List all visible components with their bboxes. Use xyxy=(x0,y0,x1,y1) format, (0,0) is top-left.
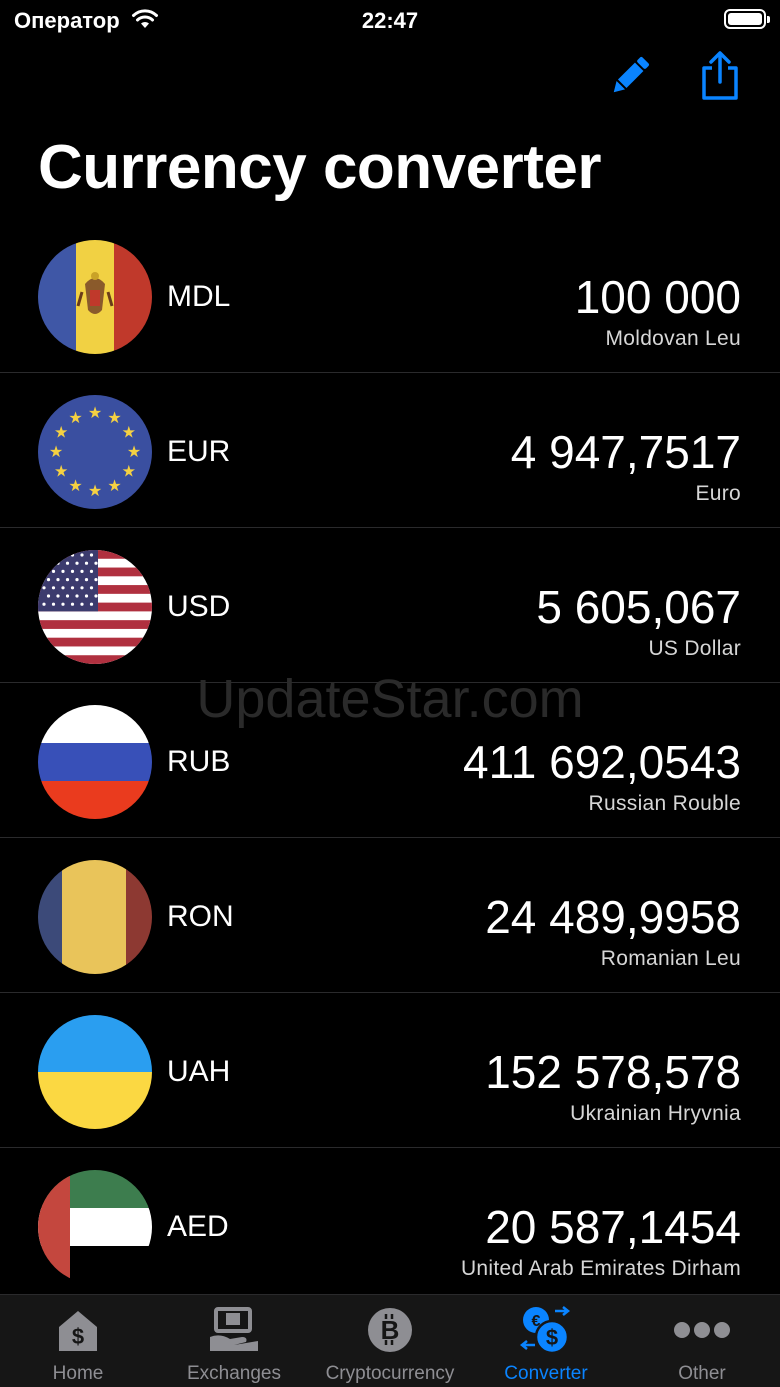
tab-label: Other xyxy=(678,1363,726,1384)
svg-text:$: $ xyxy=(72,1324,84,1349)
svg-text:★: ★ xyxy=(127,442,141,461)
tab-label: Home xyxy=(52,1363,104,1384)
currency-row-ron[interactable]: RON 24 489,9958 Romanian Leu xyxy=(0,838,780,993)
tab-bar: $ Home Exchanges B Cryptocurrency € $ Co… xyxy=(0,1294,780,1387)
status-bar: Оператор 22:47 xyxy=(0,0,780,40)
battery-icon xyxy=(724,9,770,29)
clock: 22:47 xyxy=(361,8,419,33)
currency-row-usd[interactable]: USD 5 605,067 US Dollar xyxy=(0,528,780,683)
currency-name: United Arab Emirates Dirham xyxy=(460,1257,741,1280)
svg-text:★: ★ xyxy=(54,462,68,481)
currency-amount[interactable]: 4 947,7517 xyxy=(511,425,741,479)
svg-text:★: ★ xyxy=(88,403,102,422)
currency-row-uah[interactable]: UAH 152 578,578 Ukrainian Hryvnia xyxy=(0,993,780,1148)
tab-label: Converter xyxy=(504,1363,588,1384)
share-icon xyxy=(698,50,742,107)
tab-cryptocurrency[interactable]: B Cryptocurrency xyxy=(312,1295,468,1387)
exchange-office-icon xyxy=(156,1307,312,1353)
tab-home[interactable]: $ Home xyxy=(0,1295,156,1387)
ukraine-flag-icon xyxy=(38,1015,152,1129)
currency-amount[interactable]: 100 000 xyxy=(575,270,741,324)
currency-amount[interactable]: 20 587,1454 xyxy=(485,1200,741,1254)
tab-exchanges[interactable]: Exchanges xyxy=(156,1295,312,1387)
svg-text:★: ★ xyxy=(54,423,68,442)
tab-converter[interactable]: € $ Converter xyxy=(468,1295,624,1387)
svg-text:★: ★ xyxy=(68,408,82,427)
tab-other[interactable]: Other xyxy=(624,1295,780,1387)
svg-text:★: ★ xyxy=(68,476,82,495)
usa-flag-icon xyxy=(38,550,152,664)
svg-text:★: ★ xyxy=(88,481,102,500)
currency-code: RUB xyxy=(167,745,231,778)
svg-text:★: ★ xyxy=(49,442,63,461)
currency-code: AED xyxy=(167,1210,229,1243)
svg-text:★: ★ xyxy=(122,462,136,481)
tab-label: Cryptocurrency xyxy=(325,1363,455,1384)
svg-text:B: B xyxy=(381,1315,400,1345)
currency-row-aed[interactable]: AED 20 587,1454 United Arab Emirates Dir… xyxy=(0,1148,780,1294)
currency-swap-icon: € $ xyxy=(468,1306,624,1355)
currency-name: Russian Rouble xyxy=(588,792,741,815)
currency-amount[interactable]: 24 489,9958 xyxy=(485,890,741,944)
svg-text:★: ★ xyxy=(107,408,121,427)
currency-code: USD xyxy=(167,590,231,623)
currency-code: RON xyxy=(167,900,234,933)
currency-list[interactable]: MDL 100 000 Moldovan Leu ★ ★ ★ ★ ★ ★ ★ ★ ★ ★ ★ ★ EU… xyxy=(0,218,780,1294)
pencil-icon xyxy=(606,52,654,105)
uae-flag-icon xyxy=(38,1170,152,1284)
currency-name: US Dollar xyxy=(648,637,741,660)
currency-code: UAH xyxy=(167,1055,231,1088)
more-icon xyxy=(624,1307,780,1353)
currency-row-mdl[interactable]: MDL 100 000 Moldovan Leu xyxy=(0,218,780,373)
currency-code: EUR xyxy=(167,435,231,468)
tab-label: Exchanges xyxy=(186,1363,281,1384)
currency-row-rub[interactable]: RUB 411 692,0543 Russian Rouble xyxy=(0,683,780,838)
page-title: Currency converter xyxy=(38,133,602,202)
moldova-flag-icon xyxy=(38,240,152,354)
currency-name: Ukrainian Hryvnia xyxy=(570,1102,741,1125)
currency-row-eur[interactable]: ★ ★ ★ ★ ★ ★ ★ ★ ★ ★ ★ ★ EUR 4 947,7517 Euro xyxy=(0,373,780,528)
share-button[interactable] xyxy=(694,50,746,107)
svg-text:★: ★ xyxy=(107,476,121,495)
edit-button[interactable] xyxy=(604,52,656,104)
currency-name: Moldovan Leu xyxy=(605,327,741,350)
romania-flag-icon xyxy=(38,860,152,974)
currency-amount[interactable]: 5 605,067 xyxy=(536,580,741,634)
home-dollar-icon: $ xyxy=(0,1307,156,1353)
russia-flag-icon xyxy=(38,705,152,819)
currency-amount[interactable]: 411 692,0543 xyxy=(463,735,741,789)
currency-code: MDL xyxy=(167,280,231,313)
eu-flag-icon: ★ ★ ★ ★ ★ ★ ★ ★ ★ ★ ★ ★ xyxy=(38,395,152,509)
svg-text:★: ★ xyxy=(122,423,136,442)
currency-name: Romanian Leu xyxy=(600,947,741,970)
bitcoin-icon: B xyxy=(312,1307,468,1353)
svg-text:$: $ xyxy=(546,1325,558,1350)
currency-amount[interactable]: 152 578,578 xyxy=(485,1045,741,1099)
currency-name: Euro xyxy=(695,482,741,505)
